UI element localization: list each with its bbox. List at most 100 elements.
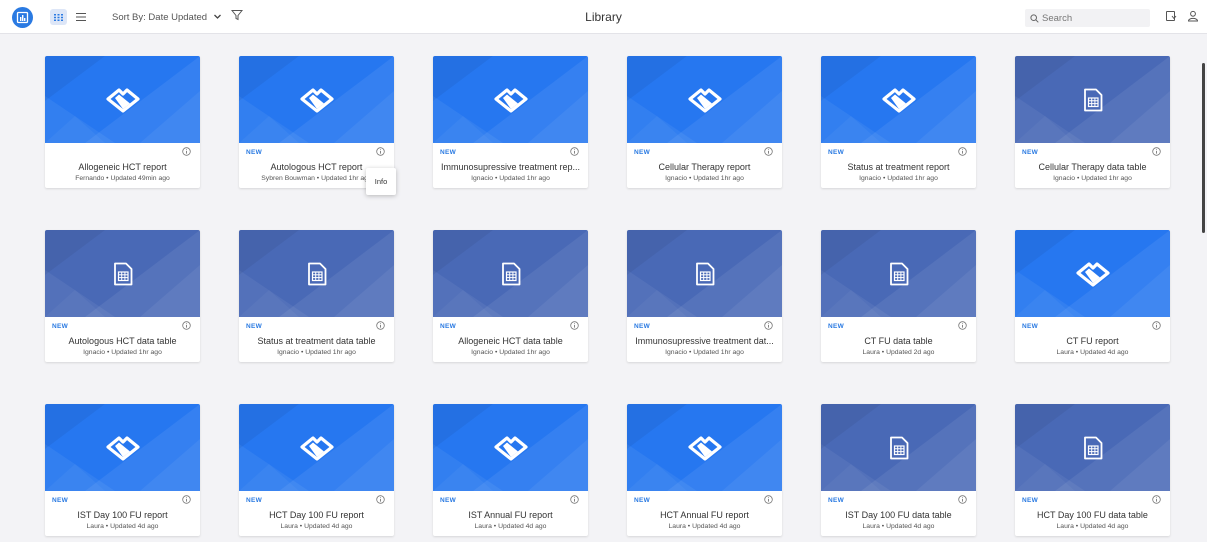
new-badge: NEW xyxy=(1022,497,1039,504)
info-icon[interactable] xyxy=(958,321,967,330)
user-icon[interactable] xyxy=(1187,10,1199,22)
card-thumbnail[interactable] xyxy=(821,404,976,491)
bookmark-icon[interactable] xyxy=(1165,10,1177,22)
filter-icon[interactable] xyxy=(231,9,243,21)
library-card[interactable]: NEW Allogeneic HCT data table Ignacio • Up… xyxy=(433,230,588,362)
scrollbar-thumb[interactable] xyxy=(1202,63,1205,233)
info-icon[interactable] xyxy=(764,147,773,156)
search-input[interactable] xyxy=(1042,12,1142,24)
info-icon[interactable] xyxy=(376,147,385,156)
card-meta: NEW HCT Day 100 FU report Laura • Updated … xyxy=(239,491,394,536)
data-table-icon xyxy=(501,262,520,285)
library-card[interactable]: NEW HCT Annual FU report Laura • Updated 4… xyxy=(627,404,782,536)
new-badge: NEW xyxy=(1022,149,1039,156)
info-icon[interactable] xyxy=(958,147,967,156)
new-badge: NEW xyxy=(246,149,263,156)
card-thumbnail[interactable] xyxy=(627,56,782,143)
data-table-icon xyxy=(1083,436,1102,459)
info-icon[interactable] xyxy=(1152,495,1161,504)
report-icon xyxy=(105,87,140,113)
library-card[interactable]: NEW Status at treatment report Ignacio • U… xyxy=(821,56,976,188)
sort-dropdown[interactable]: Sort By: Date Updated xyxy=(106,9,224,26)
new-badge: NEW xyxy=(440,497,457,504)
report-icon xyxy=(687,435,722,461)
app-logo-icon[interactable] xyxy=(12,7,33,28)
card-subtitle: Fernando • Updated 49min ago xyxy=(75,175,170,182)
library-card[interactable]: NEW Cellular Therapy data table Ignacio • … xyxy=(1015,56,1170,188)
card-thumbnail[interactable] xyxy=(239,230,394,317)
card-title: HCT Annual FU report xyxy=(660,510,749,520)
card-subtitle: Laura • Updated 2d ago xyxy=(862,349,935,356)
card-title: Immunosupressive treatment rep... xyxy=(440,162,581,172)
list-view-icon[interactable] xyxy=(72,9,89,25)
scrollbar[interactable] xyxy=(1200,35,1207,542)
card-thumbnail[interactable] xyxy=(239,56,394,143)
new-badge: NEW xyxy=(246,497,263,504)
card-thumbnail[interactable] xyxy=(45,404,200,491)
card-thumbnail[interactable] xyxy=(433,230,588,317)
card-thumbnail[interactable] xyxy=(627,404,782,491)
data-table-icon xyxy=(695,262,714,285)
card-title: CT FU data table xyxy=(864,336,933,346)
chevron-down-icon xyxy=(214,14,221,19)
library-card[interactable]: NEW IST Annual FU report Laura • Updated 4… xyxy=(433,404,588,536)
library-card[interactable]: NEW IST Day 100 FU data table Laura • Upda… xyxy=(821,404,976,536)
card-thumbnail[interactable] xyxy=(1015,56,1170,143)
card-thumbnail[interactable] xyxy=(45,56,200,143)
info-icon[interactable] xyxy=(182,147,191,156)
new-badge: NEW xyxy=(634,323,651,330)
card-meta: NEW HCT Annual FU report Laura • Updated 4… xyxy=(627,491,782,536)
search-box[interactable] xyxy=(1025,9,1150,27)
library-card[interactable]: NEW Autologous HCT data table Ignacio • Up… xyxy=(45,230,200,362)
library-card[interactable]: Allogeneic HCT report Fernando • Updated … xyxy=(45,56,200,188)
card-subtitle: Laura • Updated 4d ago xyxy=(280,523,353,530)
library-card[interactable]: NEW Immunosupressive treatment dat... Igna… xyxy=(627,230,782,362)
report-icon xyxy=(299,87,334,113)
card-meta: NEW Status at treatment report Ignacio • U… xyxy=(821,143,976,188)
info-icon[interactable] xyxy=(182,321,191,330)
info-icon[interactable] xyxy=(570,321,579,330)
data-table-icon xyxy=(307,262,326,285)
card-thumbnail[interactable] xyxy=(433,56,588,143)
card-meta: NEW Cellular Therapy data table Ignacio • … xyxy=(1015,143,1170,188)
library-card[interactable]: NEW HCT Day 100 FU report Laura • Updated … xyxy=(239,404,394,536)
card-subtitle: Ignacio • Updated 1hr ago xyxy=(471,349,550,356)
info-icon[interactable] xyxy=(958,495,967,504)
card-meta: NEW IST Day 100 FU data table Laura • Upda… xyxy=(821,491,976,536)
card-thumbnail[interactable] xyxy=(1015,230,1170,317)
library-card[interactable]: NEW CT FU report Laura • Updated 4d ago xyxy=(1015,230,1170,362)
library-card[interactable]: NEW IST Day 100 FU report Laura • Updated … xyxy=(45,404,200,536)
card-subtitle: Ignacio • Updated 1hr ago xyxy=(1053,175,1132,182)
grid-view-icon[interactable] xyxy=(50,9,67,25)
info-icon[interactable] xyxy=(570,147,579,156)
library-card[interactable]: NEW Status at treatment data table Ignacio… xyxy=(239,230,394,362)
card-thumbnail[interactable] xyxy=(821,230,976,317)
info-icon[interactable] xyxy=(182,495,191,504)
info-icon[interactable] xyxy=(1152,321,1161,330)
library-card[interactable]: NEW HCT Day 100 FU data table Laura • Upda… xyxy=(1015,404,1170,536)
info-icon[interactable] xyxy=(570,495,579,504)
card-subtitle: Laura • Updated 4d ago xyxy=(668,523,741,530)
library-card[interactable]: NEW CT FU data table Laura • Updated 2d ag… xyxy=(821,230,976,362)
card-thumbnail[interactable] xyxy=(627,230,782,317)
new-badge: NEW xyxy=(440,149,457,156)
info-icon[interactable] xyxy=(764,495,773,504)
report-icon xyxy=(881,87,916,113)
library-card[interactable]: NEW Cellular Therapy report Ignacio • Upda… xyxy=(627,56,782,188)
info-icon[interactable] xyxy=(1152,147,1161,156)
card-title: Autologous HCT data table xyxy=(68,336,177,346)
top-bar: Sort By: Date Updated Library xyxy=(0,0,1207,34)
library-grid: Allogeneic HCT report Fernando • Updated … xyxy=(45,56,1170,536)
card-meta: NEW CT FU data table Laura • Updated 2d ag… xyxy=(821,317,976,362)
card-thumbnail[interactable] xyxy=(239,404,394,491)
library-card[interactable]: NEW Immunosupressive treatment rep... Igna… xyxy=(433,56,588,188)
info-icon[interactable] xyxy=(376,321,385,330)
info-icon[interactable] xyxy=(376,495,385,504)
new-badge: NEW xyxy=(440,323,457,330)
card-thumbnail[interactable] xyxy=(433,404,588,491)
card-thumbnail[interactable] xyxy=(821,56,976,143)
info-icon[interactable] xyxy=(764,321,773,330)
new-badge: NEW xyxy=(52,323,69,330)
card-thumbnail[interactable] xyxy=(1015,404,1170,491)
card-thumbnail[interactable] xyxy=(45,230,200,317)
